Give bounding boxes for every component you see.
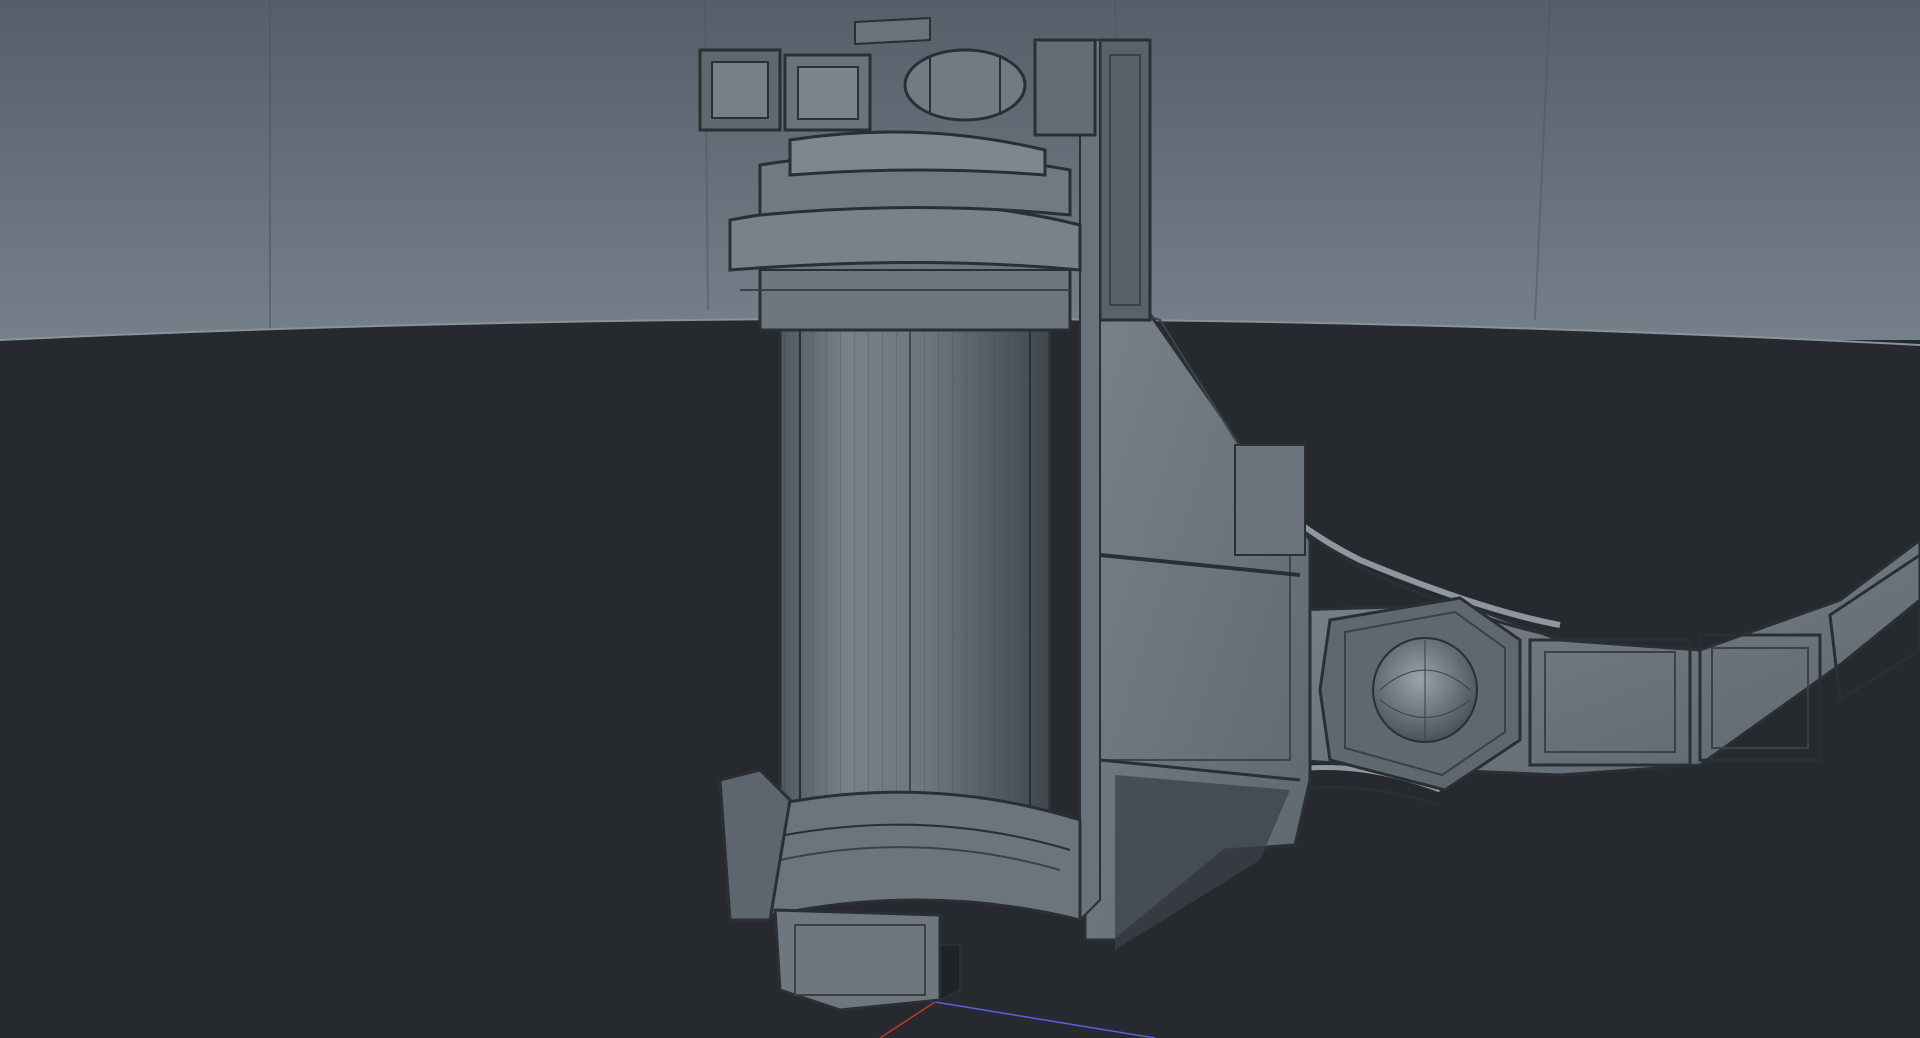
gas-canister-cylinder[interactable]: [778, 308, 1052, 872]
viewport-canvas[interactable]: [0, 0, 1920, 1038]
strap-pivot-joint[interactable]: [1318, 596, 1522, 792]
3d-viewport[interactable]: [0, 0, 1920, 1038]
valve-knob-right[interactable]: [903, 48, 1027, 122]
